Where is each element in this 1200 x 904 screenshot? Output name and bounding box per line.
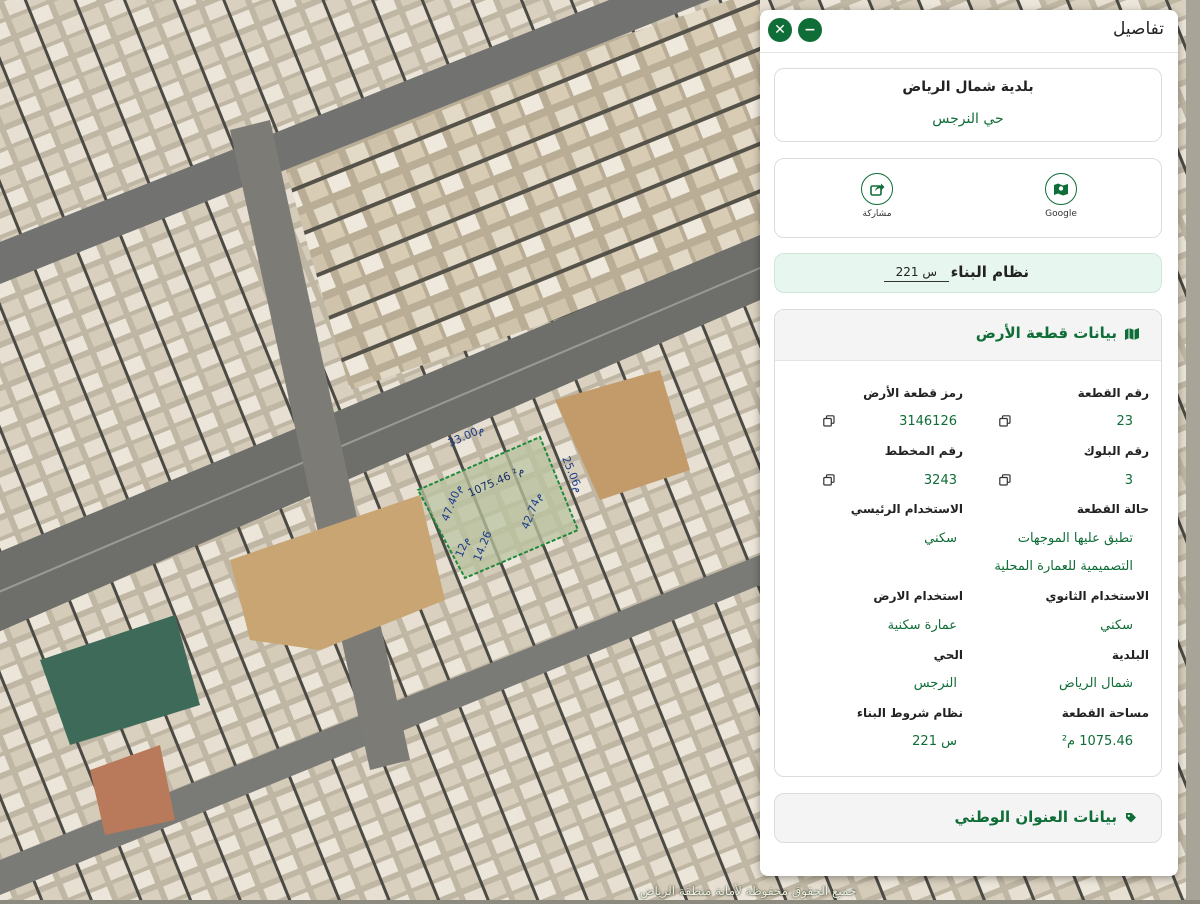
land-use-value: عمارة سكنية — [887, 618, 957, 633]
share-button[interactable]: مشاركة — [837, 173, 917, 219]
land-plot-card: بيانات قطعة الأرض رقم القطعة 23 رمز قطعة… — [774, 309, 1162, 777]
plot-number-value: 23 — [1116, 414, 1133, 429]
municipality-label: البلدية — [1111, 648, 1149, 662]
municipality-value: شمال الرياض — [1059, 676, 1133, 691]
secondary-use-label: الاستخدام الثانوي — [1045, 589, 1149, 603]
plot-area-label: مساحة القطعة — [1061, 706, 1149, 720]
block-number-label: رقم البلوك — [1083, 444, 1149, 458]
share-label: مشاركة — [862, 209, 892, 219]
district-name: حي النرجس — [932, 111, 1004, 127]
close-icon: ✕ — [774, 22, 786, 38]
tag-icon — [1126, 813, 1136, 823]
plot-status-value-line1: تطبق عليها الموجهات — [1017, 531, 1133, 546]
district-value: النرجس — [913, 676, 957, 691]
plot-status-value-line2: التصميمية للعمارة المحلية — [994, 559, 1133, 574]
national-address-card[interactable]: بيانات العنوان الوطني — [774, 793, 1162, 843]
plot-code-value: 3146126 — [899, 414, 957, 429]
share-icon — [861, 173, 893, 205]
google-maps-button[interactable]: Google — [1021, 173, 1101, 219]
minimize-button[interactable]: − — [798, 18, 822, 42]
close-button[interactable]: ✕ — [768, 18, 792, 42]
plot-number-label: رقم القطعة — [1077, 386, 1149, 400]
map-attribution: جميع الحقوق محفوظة لأمانة منطقة الرياض — [640, 884, 857, 898]
plot-status-label: حالة القطعة — [1076, 502, 1149, 516]
map-pin-icon — [1045, 173, 1077, 205]
details-panel: تفاصيل ✕ − بلدية شمال الرياض حي النرجس G… — [760, 10, 1178, 876]
building-system-value[interactable]: س 221 — [883, 265, 949, 282]
land-use-label: استخدام الارض — [873, 589, 963, 603]
secondary-use-value: سكني — [1100, 618, 1133, 633]
map-icon — [1125, 328, 1139, 340]
land-plot-title: بيانات قطعة الأرض — [975, 324, 1117, 342]
national-address-title: بيانات العنوان الوطني — [954, 808, 1118, 826]
copy-icon[interactable] — [823, 415, 835, 427]
actions-card: Google مشاركة — [774, 158, 1162, 238]
map-edge-strip — [1186, 0, 1200, 900]
minimize-icon: − — [804, 22, 816, 38]
building-system-title: نظام البناء — [950, 263, 1029, 281]
building-code-label: نظام شروط البناء — [856, 706, 963, 720]
main-use-label: الاستخدام الرئيسي — [850, 502, 963, 516]
district-label: الحي — [933, 648, 963, 662]
copy-icon[interactable] — [999, 415, 1011, 427]
plot-code-label: رمز قطعة الأرض — [863, 386, 963, 400]
block-number-value: 3 — [1124, 473, 1133, 488]
building-code-value: س 221 — [912, 734, 957, 749]
building-system-card: نظام البناء س 221 — [774, 253, 1162, 293]
google-label: Google — [1045, 209, 1077, 219]
copy-icon[interactable] — [999, 474, 1011, 486]
panel-title: تفاصيل — [1113, 19, 1164, 39]
land-plot-header[interactable]: بيانات قطعة الأرض — [775, 310, 1161, 361]
municipality-name: بلدية شمال الرياض — [902, 79, 1034, 95]
main-use-value: سكني — [924, 531, 957, 546]
copy-icon[interactable] — [823, 474, 835, 486]
plan-number-label: رقم المخطط — [884, 444, 963, 458]
plot-area-value: 1075.46 م² — [1061, 734, 1133, 749]
panel-header: تفاصيل ✕ − — [760, 10, 1178, 53]
plan-number-value: 3243 — [923, 473, 957, 488]
municipality-card: بلدية شمال الرياض حي النرجس — [774, 68, 1162, 142]
